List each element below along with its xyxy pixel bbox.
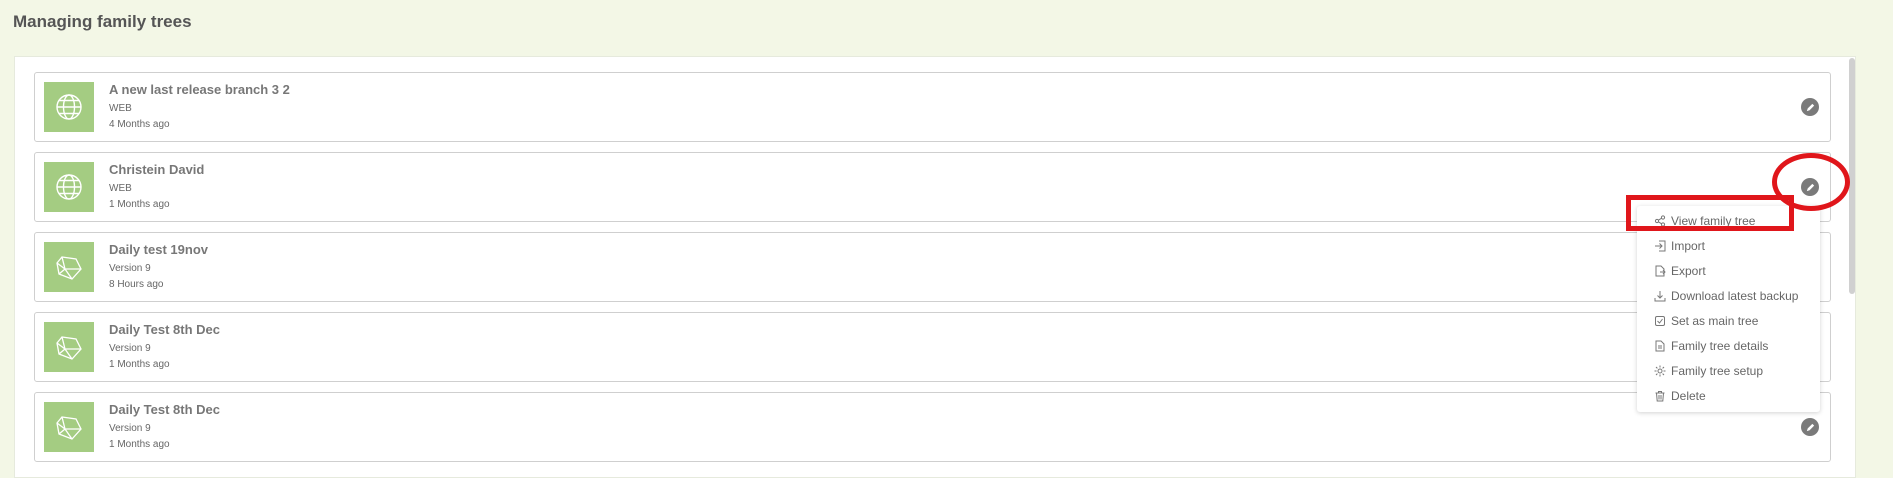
pencil-icon — [1806, 183, 1814, 191]
gem-icon — [44, 322, 94, 372]
tree-card[interactable]: Daily Test 8th Dec Version 9 1 Months ag… — [34, 392, 1831, 462]
tree-card[interactable]: Daily test 19nov Version 9 8 Hours ago — [34, 232, 1831, 302]
edit-button[interactable] — [1801, 98, 1819, 116]
tree-updated: 1 Months ago — [109, 359, 170, 370]
menu-item-download-latest-backup[interactable]: Download latest backup — [1654, 286, 1798, 306]
tree-updated: 4 Months ago — [109, 119, 170, 130]
gear-icon — [1654, 365, 1666, 377]
export-icon — [1655, 265, 1666, 277]
globe-icon — [44, 162, 94, 212]
menu-item-label: Family tree details — [1671, 339, 1769, 353]
document-icon — [1655, 340, 1665, 352]
tree-name: Christein David — [109, 162, 205, 177]
gem-icon — [44, 402, 94, 452]
gem-icon — [44, 242, 94, 292]
tree-type: Version 9 — [109, 343, 151, 354]
tree-card[interactable]: A new last release branch 3 2 WEB 4 Mont… — [34, 72, 1831, 142]
menu-item-label: Family tree setup — [1671, 364, 1764, 378]
tree-type: Version 9 — [109, 423, 151, 434]
menu-item-import[interactable]: Import — [1654, 236, 1705, 256]
pencil-icon — [1806, 423, 1814, 431]
tree-card[interactable]: Christein David WEB 1 Months ago — [34, 152, 1831, 222]
tree-updated: 8 Hours ago — [109, 279, 164, 290]
download-icon — [1654, 291, 1666, 302]
tree-updated: 1 Months ago — [109, 439, 170, 450]
menu-item-view-family-tree[interactable]: View family tree — [1654, 211, 1755, 231]
menu-item-label: Import — [1671, 239, 1706, 253]
menu-item-set-as-main-tree[interactable]: Set as main tree — [1654, 311, 1758, 331]
page-title: Managing family trees — [13, 12, 192, 31]
tree-type: WEB — [109, 103, 132, 114]
menu-item-family-tree-setup[interactable]: Family tree setup — [1654, 361, 1763, 381]
pencil-icon — [1806, 103, 1814, 111]
scrollbar[interactable] — [1849, 58, 1855, 294]
tree-name: Daily test 19nov — [109, 242, 208, 257]
trash-icon — [1655, 391, 1665, 402]
menu-item-label: Set as main tree — [1671, 314, 1759, 328]
menu-item-family-tree-details[interactable]: Family tree details — [1654, 336, 1768, 356]
menu-item-export[interactable]: Export — [1654, 261, 1706, 281]
tree-actions-menu: View family tree Import Export Download … — [1637, 206, 1820, 412]
tree-name: Daily Test 8th Dec — [109, 322, 221, 337]
menu-item-delete[interactable]: Delete — [1654, 386, 1706, 406]
tree-type: Version 9 — [109, 263, 151, 274]
share-icon — [1654, 215, 1666, 227]
globe-icon — [44, 82, 94, 132]
tree-name: A new last release branch 3 2 — [109, 82, 290, 97]
checkbox-icon — [1655, 316, 1665, 326]
menu-item-label: Delete — [1671, 389, 1706, 403]
tree-name: Daily Test 8th Dec — [109, 402, 221, 417]
menu-item-label: View family tree — [1671, 214, 1756, 228]
menu-item-label: Download latest backup — [1671, 289, 1799, 303]
edit-button[interactable] — [1801, 178, 1819, 196]
import-icon — [1655, 240, 1666, 252]
menu-item-label: Export — [1671, 264, 1706, 278]
tree-card[interactable]: Daily Test 8th Dec Version 9 1 Months ag… — [34, 312, 1831, 382]
tree-updated: 1 Months ago — [109, 199, 170, 210]
tree-type: WEB — [109, 183, 132, 194]
edit-button[interactable] — [1801, 418, 1819, 436]
